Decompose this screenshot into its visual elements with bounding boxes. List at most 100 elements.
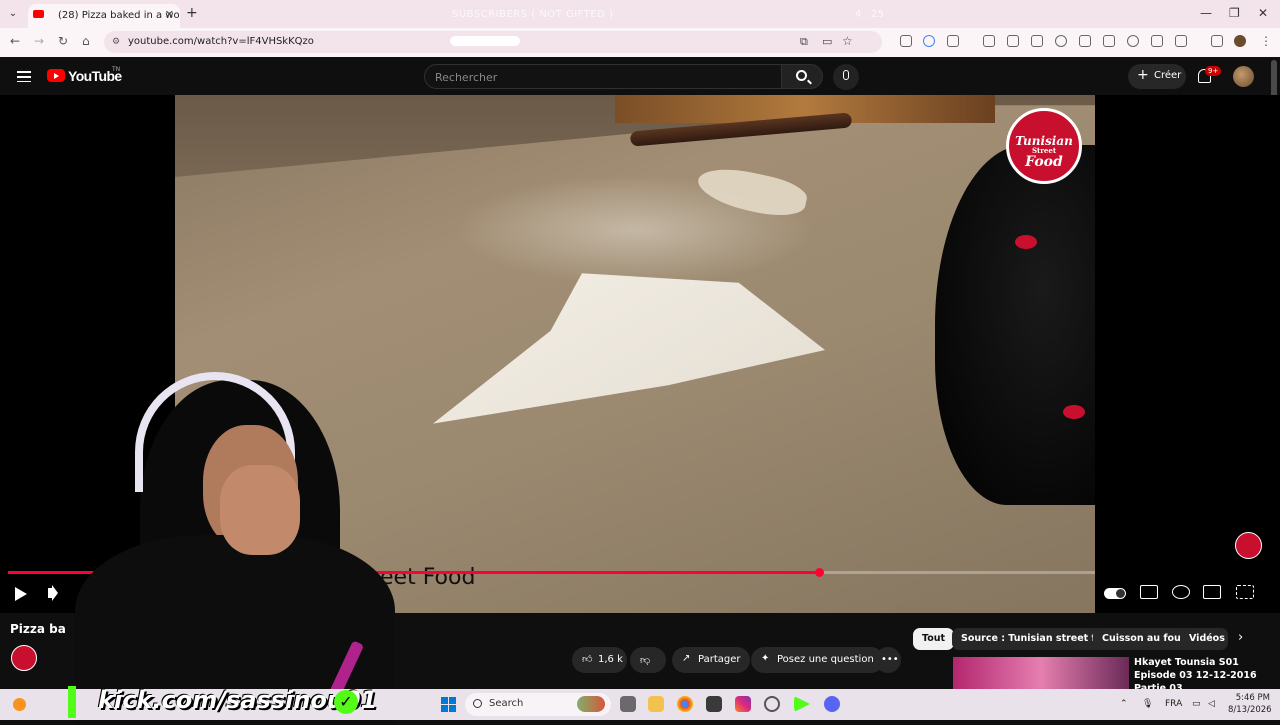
search-button[interactable] [781,64,823,89]
window-close-icon[interactable]: ✕ [1258,6,1268,20]
language-indicator[interactable]: FRA [1165,699,1182,709]
autoplay-toggle[interactable] [1104,588,1126,599]
sparkle-icon: ✦ [761,653,770,664]
channel-avatar[interactable] [11,645,37,671]
reload-icon[interactable]: ↻ [58,34,68,48]
omnibox[interactable]: ⚙ youtube.com/watch?v=lF4VHSkKQzo ⧉ ▭ ☆ [104,31,882,53]
chip-videos[interactable]: Vidéos s [1180,628,1228,650]
search-input[interactable] [425,65,781,90]
network-icon[interactable]: ▭ [1192,699,1201,709]
extensions-puzzle-icon[interactable] [947,35,959,47]
tray-mic-icon[interactable]: 🎙︎ [1142,699,1153,709]
discord-icon[interactable] [824,696,840,712]
menu-lines-icon[interactable] [1211,35,1223,47]
chip-all[interactable]: Tout [913,628,955,650]
dislike-button[interactable]: 👎︎ [630,647,666,673]
create-label: Créer [1154,70,1182,81]
profile-avatar[interactable] [1234,35,1246,47]
extension-icon[interactable] [923,35,935,47]
file-explorer-icon[interactable] [648,696,664,712]
extension-icon[interactable] [1007,35,1019,47]
youtube-favicon-icon [33,10,44,18]
site-info-icon[interactable]: ⚙ [112,37,120,47]
fullscreen-icon[interactable] [1236,585,1254,599]
home-icon[interactable]: ⌂ [82,34,90,48]
windows-start-icon[interactable] [441,697,456,712]
channel-logo-overlay: Tunisian Street Food [1006,108,1082,184]
location-icon[interactable] [1055,35,1067,47]
sidebar-icon[interactable] [1175,35,1187,47]
tab-close-icon[interactable]: ✕ [165,8,174,21]
instagram-icon[interactable] [735,696,751,712]
cast-icon[interactable]: ▭ [822,35,832,48]
chrome-icon[interactable] [677,696,693,712]
progress-scrubber[interactable] [815,568,824,577]
more-actions-button[interactable]: ••• [875,647,901,673]
hamburger-menu-icon[interactable] [17,71,31,83]
account-avatar[interactable] [1233,66,1254,87]
back-arrow-icon[interactable]: ← [10,34,20,48]
sleeve-dot [1063,405,1085,419]
notification-badge: 9+ [1205,66,1222,76]
voice-search-button[interactable] [833,64,859,90]
obs-icon[interactable] [764,696,780,712]
volume-icon[interactable] [48,588,54,598]
store-icon[interactable] [706,696,722,712]
logo-text-food: Food [1025,154,1063,170]
stream-overlay-text: SUBSCRIBERS ( NOT GIFTED ) [452,9,614,20]
share-button[interactable]: ↗ Partager [672,647,751,673]
ask-question-button[interactable]: ✦ Posez une question [751,647,884,673]
search-highlight-icon [577,696,605,712]
tab-search-chevron-icon[interactable]: ⌄ [4,5,22,23]
share-label: Partager [698,654,741,665]
extension-icon[interactable] [983,35,995,47]
subtitles-icon[interactable] [1140,585,1158,599]
chevron-right-icon[interactable]: › [1238,630,1243,645]
bookmark-star-icon[interactable]: ☆ [842,34,853,48]
task-view-icon[interactable] [620,696,636,712]
play-icon[interactable] [15,587,27,601]
volume-tray-icon[interactable]: ◁ [1208,699,1215,709]
new-tab-plus-icon[interactable]: + [186,5,198,21]
reading-list-icon[interactable] [1103,35,1115,47]
create-button[interactable]: + Créer [1128,64,1186,89]
youtube-header: YouTube TN + Créer 9+ [0,57,1280,95]
thumbs-down-icon: 👎︎ [640,655,651,666]
browser-tab-bar: ⌄ (28) Pizza baked in a wood-fire ✕ + SU… [0,0,1280,28]
history-icon[interactable] [1127,35,1139,47]
chrome-menu-icon[interactable]: ⋮ [1260,34,1272,48]
search-field[interactable] [424,64,782,90]
trash-icon[interactable] [1151,35,1163,47]
youtube-logo-icon[interactable] [47,69,65,82]
translate-icon[interactable]: ⧉ [800,35,808,49]
clock-time: 5:46 PM [1235,693,1270,703]
search-icon [473,699,482,708]
address-bar-row: ← → ↻ ⌂ ⚙ youtube.com/watch?v=lF4VHSkKQz… [0,28,1280,57]
favorites-star-icon[interactable] [1079,35,1091,47]
logo-text-street: Street [1031,146,1057,155]
extension-icon[interactable] [1031,35,1043,47]
extension-icon[interactable] [900,35,912,47]
taskbar-search-label: Search [489,698,524,709]
kick-play-icon[interactable] [794,696,810,712]
channel-watermark[interactable] [1235,532,1262,559]
streamer-hand [220,465,300,555]
system-clock[interactable]: 5:46 PM 8/13/2026 [1228,692,1272,716]
miniplayer-icon[interactable] [1203,585,1221,599]
browser-tab[interactable]: (28) Pizza baked in a wood-fire ✕ [28,4,180,28]
forward-arrow-icon[interactable]: → [34,34,44,48]
dough-sheet [433,273,825,424]
streamer-webcam [55,370,410,725]
like-count: 1,6 k [598,654,623,665]
tray-chevron-icon[interactable]: ⌃ [1120,699,1128,709]
weather-icon[interactable] [13,698,26,711]
kick-logo-bar-icon [68,686,76,718]
plus-icon: + [1137,67,1149,83]
settings-gear-icon[interactable] [1172,585,1190,599]
taskbar-search[interactable]: Search [465,693,611,716]
minimize-icon[interactable]: — [1200,6,1212,20]
restore-icon[interactable]: ❐ [1229,6,1240,20]
recommended-thumbnail[interactable] [953,657,1129,689]
like-button[interactable]: 👍︎ 1,6 k [572,647,627,673]
tab-title: (28) Pizza baked in a wood-fire [58,10,180,21]
